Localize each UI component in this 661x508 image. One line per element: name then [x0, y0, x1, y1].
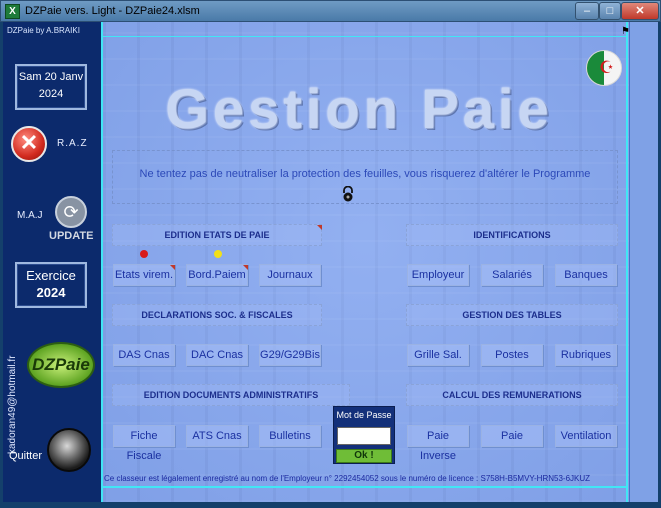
- quit-label: Quitter: [9, 450, 43, 462]
- flag-marker-icon: ⚑: [621, 26, 630, 37]
- window-title: DZPaie vers. Light - DZPaie24.xlsm: [25, 5, 200, 17]
- close-window-button[interactable]: ✕: [621, 2, 659, 20]
- salaries-button[interactable]: Salariés: [481, 264, 543, 286]
- cyan-border-right: [626, 22, 628, 502]
- password-label: Mot de Passe: [336, 410, 392, 420]
- dac-cnas-button[interactable]: DAC Cnas: [186, 344, 248, 366]
- section-edition-documents: EDITION DOCUMENTS ADMINISTRATIFS: [112, 384, 350, 406]
- password-panel: Mot de Passe Ok !: [333, 406, 395, 464]
- rubriques-button[interactable]: Rubriques: [555, 344, 617, 366]
- cyan-border-bottom: [101, 486, 628, 488]
- reset-x-icon[interactable]: ✕: [11, 126, 47, 162]
- left-sidebar: DZPaie by A.BRAIKI Sam 20 Janv 2024 ✕ R.…: [3, 22, 101, 502]
- g29-button[interactable]: G29/G29Bis: [259, 344, 321, 366]
- maximize-button[interactable]: □: [599, 2, 621, 20]
- crescent-star-icon: ☪: [599, 58, 615, 77]
- comment-indicator: [170, 265, 175, 270]
- bulletins-button[interactable]: Bulletins: [259, 425, 321, 447]
- maj-label: M.A.J: [17, 210, 43, 221]
- section-gestion-tables: GESTION DES TABLES: [406, 304, 618, 326]
- date-day: Sam 20 Janv: [18, 71, 84, 83]
- update-refresh-icon[interactable]: ⟳: [55, 196, 87, 228]
- etats-virement-button[interactable]: Etats virem.: [113, 264, 175, 286]
- dzpaie-logo: DZPaie: [27, 342, 95, 388]
- exercice-label: Exercice: [26, 268, 76, 283]
- employeur-button[interactable]: Employeur: [407, 264, 469, 286]
- section-edition-etats: EDITION ETATS DE PAIE: [112, 224, 322, 246]
- cyan-border-left: [101, 22, 103, 502]
- red-status-dot: [140, 250, 148, 258]
- current-date-box: Sam 20 Janv 2024: [15, 64, 87, 110]
- cyan-border-top: [101, 36, 628, 37]
- grille-salaires-button[interactable]: Grille Sal.: [407, 344, 469, 366]
- exercice-year: 2024: [36, 285, 66, 300]
- lock-icon: [343, 186, 353, 202]
- das-cnas-button[interactable]: DAS Cnas: [113, 344, 175, 366]
- raz-label: R.A.Z: [57, 138, 88, 149]
- excel-app-icon: X: [5, 4, 20, 19]
- postes-button[interactable]: Postes: [481, 344, 543, 366]
- exercice-year-box[interactable]: Exercice 2024: [15, 262, 87, 308]
- title-bar: X DZPaie vers. Light - DZPaie24.xlsm – □…: [0, 0, 661, 22]
- comment-indicator: [243, 265, 248, 270]
- author-credit: DZPaie by A.BRAIKI: [7, 26, 80, 35]
- quit-button[interactable]: [47, 428, 91, 472]
- comment-indicator: [317, 225, 322, 230]
- password-input[interactable]: [337, 427, 391, 445]
- right-margin-panel: [629, 22, 658, 502]
- ventilation-button[interactable]: Ventilation: [555, 425, 617, 447]
- yellow-status-dot: [214, 250, 222, 258]
- banques-button[interactable]: Banques: [555, 264, 617, 286]
- author-email: kadoran49@hotmail.fr: [7, 355, 18, 454]
- date-year: 2024: [38, 88, 64, 100]
- ats-cnas-button[interactable]: ATS Cnas: [186, 425, 248, 447]
- license-footer: Ce classeur est légalement enregistré au…: [104, 474, 591, 483]
- section-identifications: IDENTIFICATIONS: [406, 224, 618, 246]
- section-calcul-remunerations: CALCUL DES REMUNERATIONS: [406, 384, 618, 406]
- minimize-button[interactable]: –: [575, 2, 599, 20]
- password-ok-button[interactable]: Ok !: [336, 449, 392, 463]
- paie-inverse-button[interactable]: Paie Inverse: [407, 425, 469, 462]
- page-title: Gestion Paie: [165, 77, 553, 140]
- protection-warning: Ne tentez pas de neutraliser la protecti…: [139, 168, 591, 180]
- section-declarations: DECLARATIONS SOC. & FISCALES: [112, 304, 322, 326]
- bordereau-paiement-button[interactable]: Bord.Paiem: [186, 264, 248, 286]
- update-label[interactable]: UPDATE: [49, 230, 93, 242]
- journaux-button[interactable]: Journaux: [259, 264, 321, 286]
- paie-button[interactable]: Paie: [481, 425, 543, 447]
- fiche-fiscale-button[interactable]: Fiche Fiscale: [113, 425, 175, 462]
